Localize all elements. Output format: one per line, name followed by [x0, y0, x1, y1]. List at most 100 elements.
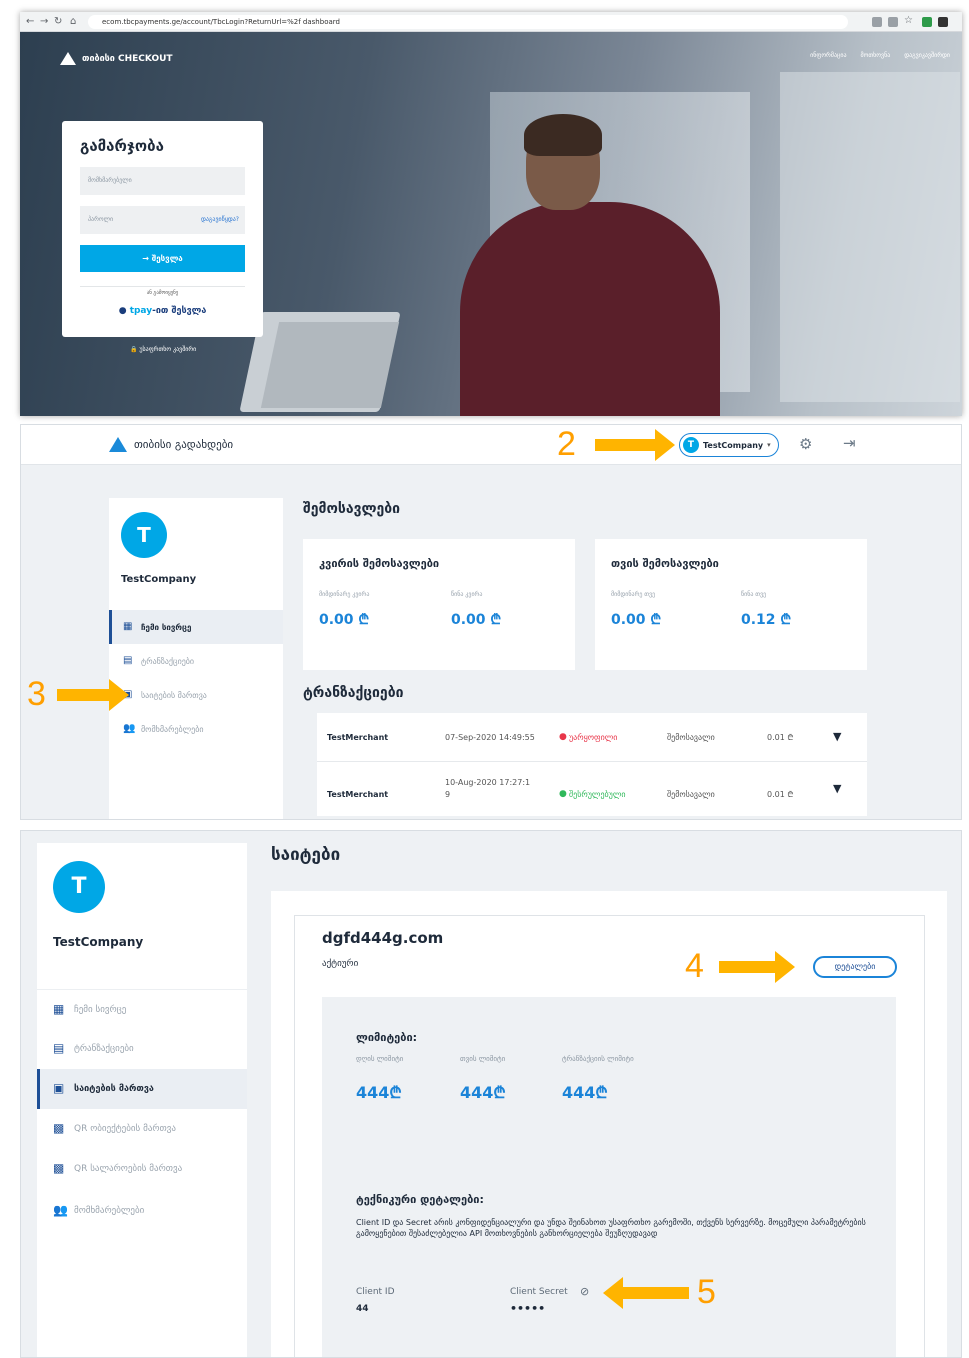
password-placeholder: პაროლი	[88, 216, 114, 223]
limits-title: ლიმიტები:	[356, 1031, 418, 1044]
forward-icon[interactable]: →	[40, 15, 48, 29]
callout-arrow	[603, 1277, 689, 1309]
daily-limit-label: დღის ლიმიტი	[356, 1055, 404, 1063]
transactions-heading: ტრანზაქციები	[303, 685, 404, 701]
person-figure	[524, 114, 602, 156]
callout-number: 4	[685, 947, 704, 985]
company-name: TestCompany	[703, 440, 764, 450]
sidebar-item-dashboard[interactable]: ▦ ჩემი სივრცე	[109, 610, 283, 644]
callout-arrow	[57, 679, 129, 711]
sidebar-item-sites[interactable]: ▣საიტების მართვა	[109, 678, 283, 712]
reload-icon[interactable]: ↻	[54, 15, 62, 29]
sidebar-item-transactions[interactable]: ▤ ტრანზაქციები	[37, 1029, 247, 1069]
person-figure	[460, 202, 720, 416]
callout-number: 5	[697, 1273, 716, 1311]
current-month-label: მიმდინარე თვე	[611, 591, 656, 598]
brand-name: თიბისი გადახდები	[134, 438, 234, 451]
sidebar-item-users[interactable]: 👥 მომხმარებლები	[109, 712, 283, 746]
sidebar-item-label: QR სალაროების მართვა	[74, 1164, 183, 1174]
nav-link[interactable]: დაგვიკავშირდი	[904, 52, 950, 59]
nav-link[interactable]: ინფორმაცია	[810, 52, 846, 59]
details-button[interactable]: დეტალები	[813, 956, 897, 978]
lock-icon: 🔒	[130, 346, 138, 353]
daily-limit-value: 444₾	[356, 1083, 402, 1102]
chevron-down-icon[interactable]: ▼	[833, 782, 841, 795]
callout-arrow	[719, 951, 795, 983]
previous-week-label: წინა კვირა	[451, 591, 483, 598]
secure-text: უსაფრთხო კავშირი	[139, 346, 197, 353]
current-week-value: 0.00 ₾	[319, 612, 370, 628]
extension-icon[interactable]	[922, 17, 932, 27]
monthly-limit-value: 444₾	[460, 1083, 506, 1102]
laptop-figure	[260, 322, 400, 408]
logo-icon	[109, 437, 127, 452]
sidebar-item-label: QR ობიექტების მართვა	[74, 1124, 176, 1134]
sidebar: T TestCompany ▦ ჩემი სივრცე ▤ ტრანზაქციები…	[109, 498, 283, 819]
site-domain: dgfd444g.com	[322, 929, 444, 947]
monthly-income-card: თვის შემოსავლები მიმდინარე თვე 0.00 ₾ წი…	[595, 539, 867, 670]
transaction-type: შემოსავალი	[667, 733, 715, 742]
logout-icon[interactable]: ⇥	[843, 434, 856, 452]
document-icon: ▤	[123, 655, 133, 666]
checkout-logo[interactable]: თიბისი CHECKOUT	[60, 52, 173, 65]
sidebar-item-dashboard[interactable]: ▦ ჩემი სივრცე	[37, 989, 247, 1029]
extension-icon[interactable]	[888, 17, 898, 27]
sidebar-item-qr-cashdesks[interactable]: ▩ QR სალაროების მართვა	[37, 1149, 247, 1189]
payments-logo[interactable]: თიბისი გადახდები	[109, 437, 233, 452]
gear-icon[interactable]: ⚙	[799, 435, 812, 453]
client-secret-value: •••••	[510, 1302, 546, 1315]
document-icon: ▤	[53, 1041, 65, 1055]
window-light	[780, 72, 960, 402]
weekly-income-title: კვირის შემოსავლები	[319, 557, 440, 570]
status-badge: უარყოფილი	[569, 733, 618, 742]
table-row[interactable]: TestMerchant 07-Sep-2020 14:49:55 ● უარყ…	[317, 713, 867, 768]
transaction-type: შემოსავალი	[667, 790, 715, 799]
star-icon[interactable]: ☆	[904, 14, 913, 28]
sidebar-item-transactions[interactable]: ▤ ტრანზაქციები	[109, 644, 283, 678]
forgot-password-link[interactable]: დაგავიწყდა?	[201, 206, 239, 234]
monthly-limit-label: თვის ლიმიტი	[460, 1055, 506, 1063]
home-icon[interactable]: ⌂	[70, 15, 76, 29]
grid-icon: ▦	[123, 621, 133, 632]
sidebar: T TestCompany ▦ ჩემი სივრცე ▤ ტრანზაქციები…	[37, 843, 247, 1357]
browser-toolbar: ← → ↻ ⌂ ecom.tbcpayments.ge/account/TbcL…	[20, 12, 962, 32]
merchant-name: TestMerchant	[327, 790, 389, 799]
previous-month-value: 0.12 ₾	[741, 612, 792, 628]
sidebar-item-label: მომხმარებლები	[141, 724, 204, 734]
company-avatar: T	[683, 437, 699, 453]
sites-screenshot-panel: T TestCompany ▦ ჩემი სივრცე ▤ ტრანზაქციები…	[20, 830, 962, 1358]
sidebar-item-users[interactable]: 👥 მომხმარებლები	[37, 1191, 247, 1231]
callout-number: 3	[27, 675, 46, 713]
avatar: T	[53, 861, 105, 913]
extension-icon[interactable]	[872, 17, 882, 27]
username-placeholder: მომხმარებელი	[88, 177, 132, 184]
qr-code-icon: ▩	[53, 1161, 65, 1175]
login-card: გამარჯობა მომხმარებელი პაროლი დაგავიწყდა?…	[62, 121, 263, 337]
back-icon[interactable]: ←	[26, 15, 34, 29]
nav-link[interactable]: მოთხოვნა	[861, 52, 891, 59]
brand-name: თიბისი CHECKOUT	[82, 53, 173, 64]
address-bar[interactable]: ecom.tbcpayments.ge/account/TbcLogin?Ret…	[88, 15, 848, 29]
sidebar-company-name: TestCompany	[121, 574, 197, 585]
previous-month-label: წინა თვე	[741, 591, 767, 598]
extension-icon[interactable]	[938, 17, 948, 27]
tpay-login-link[interactable]: ● tpay-ით შესვლა	[80, 306, 245, 316]
table-row[interactable]: TestMerchant 10-Aug-2020 17:27:1 9 ● შეს…	[317, 761, 867, 816]
username-input[interactable]: მომხმარებელი	[80, 167, 245, 195]
client-secret-label: Client Secret	[510, 1287, 568, 1297]
income-heading: შემოსავლები	[303, 501, 401, 517]
transaction-limit-value: 444₾	[562, 1083, 608, 1102]
transaction-amount: 0.01 ₾	[767, 790, 794, 799]
sidebar-item-sites[interactable]: ▣საიტების მართვა	[37, 1069, 247, 1109]
password-input[interactable]: პაროლი დაგავიწყდა?	[80, 206, 245, 234]
login-button[interactable]: → შესვლა	[80, 245, 245, 272]
qr-code-icon: ▩	[53, 1121, 65, 1135]
sidebar-item-qr-objects[interactable]: ▩ QR ობიექტების მართვა	[37, 1109, 247, 1149]
page-title: საიტები	[271, 845, 341, 865]
chevron-down-icon[interactable]: ▼	[833, 730, 841, 743]
eye-slash-icon[interactable]: ⊘	[580, 1285, 589, 1298]
company-selector[interactable]: T TestCompany ▾	[679, 433, 779, 457]
technical-title: ტექნიკური დეტალები:	[356, 1193, 484, 1206]
users-icon: 👥	[123, 723, 136, 734]
transaction-date: 07-Sep-2020 14:49:55	[445, 733, 535, 742]
